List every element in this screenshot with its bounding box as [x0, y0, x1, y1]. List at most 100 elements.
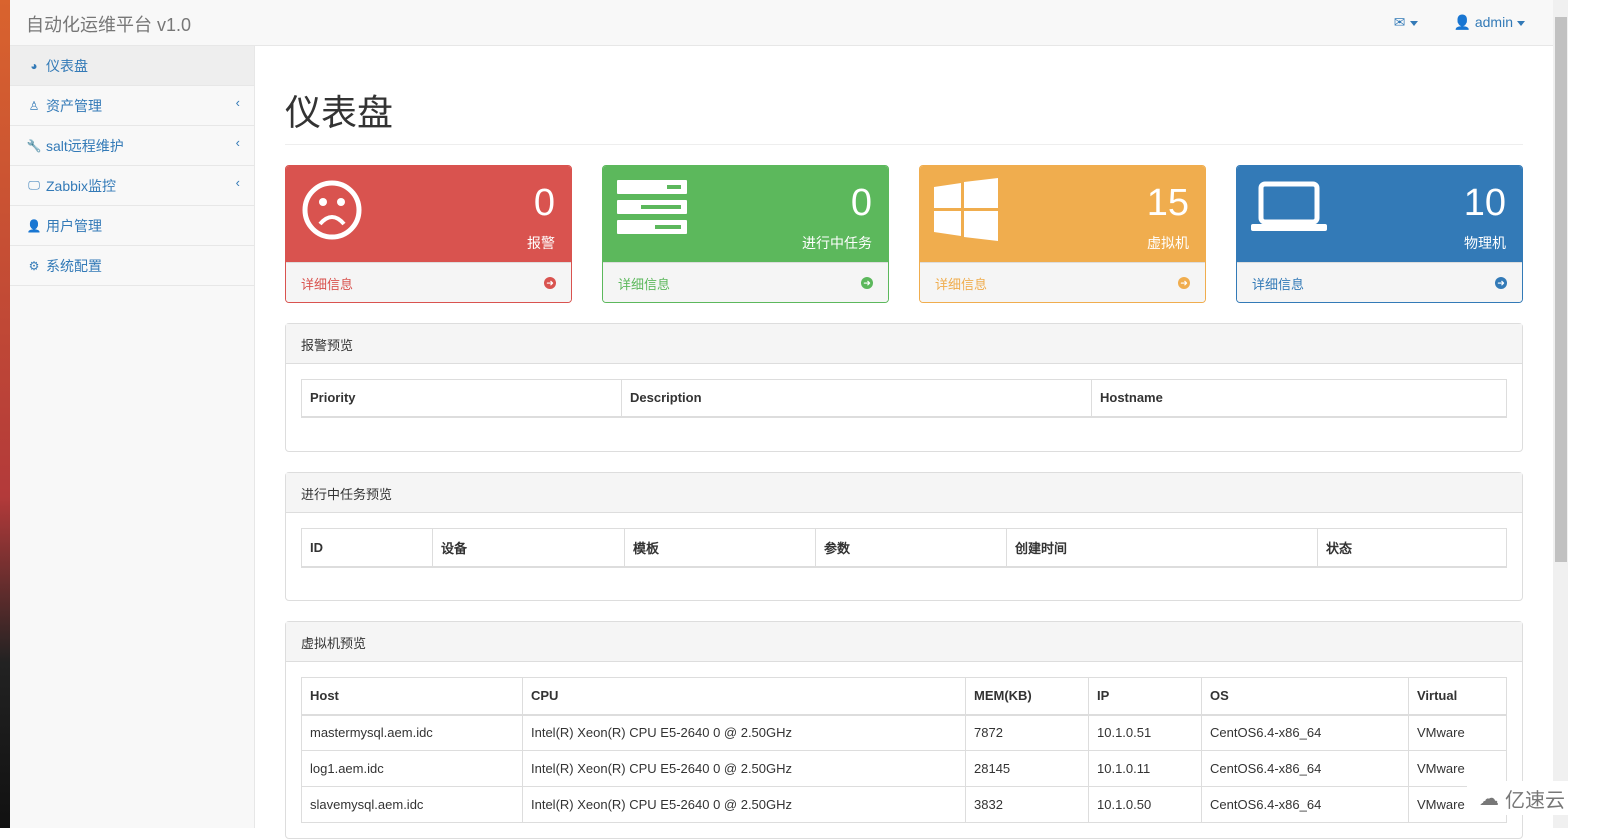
details-label: 详细信息 — [935, 276, 988, 292]
vms-panel: 虚拟机预览 Host CPU MEM(KB) IP OS Virtual mastermy… — [285, 621, 1523, 839]
alerts-panel: 报警预览 Priority Description Hostname — [285, 323, 1523, 452]
cell-virtual: VMware — [1408, 714, 1507, 751]
watermark: ☁ 亿速云 — [1467, 781, 1609, 815]
navbar: 自动化运维平台 v1.0 ✉ 👤 admin — [10, 0, 1553, 46]
frown-icon — [302, 180, 362, 240]
column-header[interactable]: Virtual — [1408, 677, 1507, 716]
user-icon: 👤 — [26, 218, 42, 233]
panel-heading: 进行中任务预览 — [286, 473, 1522, 513]
cell-ip: 10.1.0.50 — [1088, 786, 1202, 823]
sidebar-item-label: Zabbix监控 — [46, 177, 117, 194]
tasks-icon — [617, 180, 687, 234]
column-header[interactable]: Hostname — [1091, 379, 1507, 418]
linux-icon: ♙ — [28, 98, 40, 113]
sidebar-item-salt[interactable]: 🔧 salt远程维护 ‹ — [10, 126, 254, 166]
cell-ip: 10.1.0.11 — [1088, 750, 1202, 787]
cell-mem: 7872 — [965, 714, 1089, 751]
cell-host: log1.aem.idc — [301, 750, 523, 787]
column-header[interactable]: 设备 — [432, 528, 625, 568]
user-dropdown[interactable]: 👤 admin — [1454, 14, 1525, 31]
sidebar-item-assets[interactable]: ♙ 资产管理 ‹ — [10, 86, 254, 126]
column-header[interactable]: ID — [301, 528, 433, 568]
details-label: 详细信息 — [1252, 276, 1305, 292]
cell-os: CentOS6.4-x86_64 — [1201, 714, 1409, 751]
desktop-icon: 🖵 — [28, 178, 40, 192]
column-header[interactable]: CPU — [522, 677, 966, 716]
hosts-count: 10 — [1463, 182, 1506, 224]
window-edge — [1568, 0, 1609, 828]
cell-host: mastermysql.aem.idc — [301, 714, 523, 751]
sidebar-item-label: 系统配置 — [46, 257, 102, 274]
desktop-background — [0, 0, 10, 828]
envelope-icon: ✉ — [1393, 14, 1406, 30]
wrench-icon: 🔧 — [26, 138, 42, 153]
tasks-table: ID 设备 模板 参数 创建时间 状态 — [301, 528, 1507, 568]
panel-heading: 报警预览 — [286, 324, 1522, 364]
sidebar: ◕ 仪表盘 ♙ 资产管理 ‹ 🔧 salt远程维护 ‹ 🖵 Zabbix监控 ‹ 👤 用户管理 … — [10, 46, 255, 828]
hosts-details-link[interactable]: 详细信息 ➜ — [1237, 262, 1522, 302]
alerts-label: 报警 — [527, 235, 555, 251]
cell-mem: 3832 — [965, 786, 1089, 823]
page-title: 仪表盘 — [285, 84, 1523, 145]
scrollbar-thumb[interactable] — [1555, 17, 1567, 562]
vms-card: 15 虚拟机 详细信息 ➜ — [919, 165, 1206, 303]
chevron-left-icon: ‹ — [235, 95, 240, 110]
alerts-count: 0 — [533, 182, 555, 224]
sidebar-item-users[interactable]: 👤 用户管理 — [10, 206, 254, 246]
laptop-icon — [1251, 181, 1327, 231]
table-row: log1.aem.idc Intel(R) Xeon(R) CPU E5-2640… — [301, 750, 1507, 787]
column-header[interactable]: 状态 — [1317, 528, 1507, 568]
column-header[interactable]: MEM(KB) — [965, 677, 1089, 716]
brand[interactable]: 自动化运维平台 v1.0 — [26, 11, 191, 37]
cell-cpu: Intel(R) Xeon(R) CPU E5-2640 0 @ 2.50GHz — [522, 750, 966, 787]
arrow-circle-right-icon: ➜ — [544, 277, 556, 289]
tasks-details-link[interactable]: 详细信息 ➜ — [603, 262, 888, 302]
tasks-label: 进行中任务 — [802, 235, 872, 251]
hosts-card: 10 物理机 详细信息 ➜ — [1236, 165, 1523, 303]
sidebar-item-label: salt远程维护 — [46, 137, 124, 154]
vms-count: 15 — [1146, 182, 1189, 224]
column-header[interactable]: 模板 — [624, 528, 816, 568]
cell-os: CentOS6.4-x86_64 — [1201, 750, 1409, 787]
windows-icon — [934, 178, 998, 241]
cell-host: slavemysql.aem.idc — [301, 786, 523, 823]
vms-table: Host CPU MEM(KB) IP OS Virtual mastermysql.ae… — [301, 677, 1507, 823]
cloud-logo-icon: ☁ — [1479, 787, 1499, 810]
cell-cpu: Intel(R) Xeon(R) CPU E5-2640 0 @ 2.50GHz — [522, 714, 966, 751]
arrow-circle-right-icon: ➜ — [1495, 277, 1507, 289]
sidebar-item-label: 仪表盘 — [46, 57, 88, 74]
column-header[interactable]: IP — [1088, 677, 1202, 716]
column-header[interactable]: 创建时间 — [1006, 528, 1318, 568]
column-header[interactable]: Host — [301, 677, 523, 716]
table-row: mastermysql.aem.idc Intel(R) Xeon(R) CPU … — [301, 714, 1507, 751]
user-icon: 👤 — [1453, 14, 1471, 30]
alerts-details-link[interactable]: 详细信息 ➜ — [286, 262, 571, 302]
dashboard-icon: ◕ — [30, 58, 38, 73]
messages-dropdown[interactable]: ✉ — [1394, 14, 1418, 31]
arrow-circle-right-icon: ➜ — [861, 277, 873, 289]
gear-icon: ⚙ — [28, 258, 40, 273]
cell-cpu: Intel(R) Xeon(R) CPU E5-2640 0 @ 2.50GHz — [522, 786, 966, 823]
arrow-circle-right-icon: ➜ — [1178, 277, 1190, 289]
chevron-left-icon: ‹ — [235, 175, 240, 190]
sidebar-item-settings[interactable]: ⚙ 系统配置 — [10, 246, 254, 286]
details-label: 详细信息 — [301, 276, 354, 292]
caret-icon — [1517, 20, 1525, 26]
cell-mem: 28145 — [965, 750, 1089, 787]
sidebar-item-label: 用户管理 — [46, 217, 102, 234]
column-header[interactable]: 参数 — [815, 528, 1007, 568]
details-label: 详细信息 — [618, 276, 671, 292]
hosts-label: 物理机 — [1464, 235, 1506, 251]
sidebar-item-dashboard[interactable]: ◕ 仪表盘 — [10, 46, 254, 86]
panel-heading: 虚拟机预览 — [286, 622, 1522, 662]
column-header[interactable]: OS — [1201, 677, 1409, 716]
tasks-count: 0 — [850, 182, 872, 224]
column-header[interactable]: Description — [621, 379, 1092, 418]
sidebar-item-zabbix[interactable]: 🖵 Zabbix监控 ‹ — [10, 166, 254, 206]
cell-ip: 10.1.0.51 — [1088, 714, 1202, 751]
sidebar-item-label: 资产管理 — [46, 97, 102, 114]
column-header[interactable]: Priority — [301, 379, 622, 418]
vms-details-link[interactable]: 详细信息 ➜ — [920, 262, 1205, 302]
alerts-table: Priority Description Hostname — [301, 379, 1507, 418]
tasks-card: 0 进行中任务 详细信息 ➜ — [602, 165, 889, 303]
